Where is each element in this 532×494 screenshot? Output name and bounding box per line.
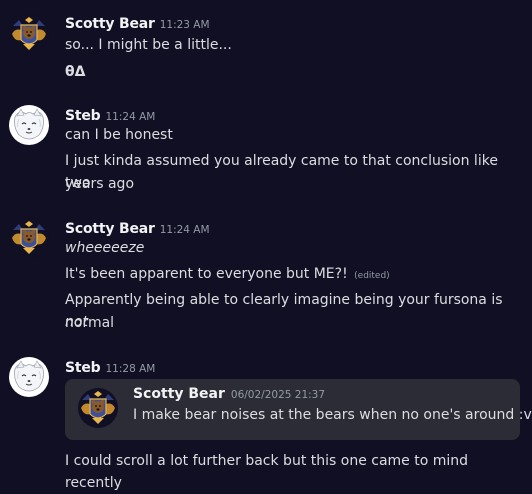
username[interactable]: Scotty Bear bbox=[65, 16, 155, 32]
username[interactable]: Steb bbox=[65, 360, 101, 376]
white-fox-avatar-icon bbox=[9, 105, 49, 145]
message-text: It's been apparent to everyone but ME?! … bbox=[65, 263, 518, 287]
bear-crest-avatar-icon bbox=[9, 14, 49, 54]
bear-crest-avatar-icon bbox=[78, 388, 118, 428]
message-text-segment: Apparently being able to clearly imagine… bbox=[65, 292, 503, 308]
message-header: Scotty Bear 11:23 AM bbox=[65, 13, 210, 32]
message-text: can I be honest bbox=[65, 127, 173, 143]
timestamp: 11:28 AM bbox=[105, 363, 156, 375]
avatar bbox=[78, 388, 118, 428]
message-text-segment: It's been apparent to everyone but ME?! bbox=[65, 266, 348, 282]
message-header: Steb 11:24 AM bbox=[65, 105, 155, 124]
message-header: Scotty Bear 11:24 AM bbox=[65, 218, 210, 237]
message-text: normal bbox=[65, 315, 115, 331]
message-text: θΔ bbox=[65, 64, 86, 80]
embed-date: 06/02/2025 21:37 bbox=[230, 389, 326, 401]
timestamp: 11:24 AM bbox=[159, 224, 210, 236]
username[interactable]: Steb bbox=[65, 108, 101, 124]
message-embed[interactable]: Scotty Bear 06/02/2025 21:37 I make bear … bbox=[65, 379, 532, 440]
message-text: wheeeeeze bbox=[65, 237, 518, 259]
message-text: so... I might be a little... bbox=[65, 37, 232, 53]
message-text-italic: wheeeeeze bbox=[65, 240, 145, 256]
embed-header: Scotty Bear 06/02/2025 21:37 bbox=[133, 386, 325, 402]
avatar[interactable] bbox=[9, 357, 49, 397]
embed-text: I make bear noises at the bears when no … bbox=[133, 407, 532, 423]
avatar[interactable] bbox=[9, 14, 49, 54]
embed-author[interactable]: Scotty Bear bbox=[133, 386, 225, 402]
message-header: Steb 11:28 AM bbox=[65, 357, 155, 376]
white-fox-avatar-icon bbox=[9, 357, 49, 397]
timestamp: 11:24 AM bbox=[105, 111, 156, 123]
bear-crest-avatar-icon bbox=[9, 218, 49, 258]
message-text: years ago bbox=[65, 176, 135, 192]
edited-label: (edited) bbox=[354, 271, 390, 281]
timestamp: 11:23 AM bbox=[159, 19, 210, 31]
avatar[interactable] bbox=[9, 105, 49, 145]
avatar[interactable] bbox=[9, 218, 49, 258]
message-text: I could scroll a lot further back but th… bbox=[65, 453, 469, 491]
username[interactable]: Scotty Bear bbox=[65, 221, 155, 237]
